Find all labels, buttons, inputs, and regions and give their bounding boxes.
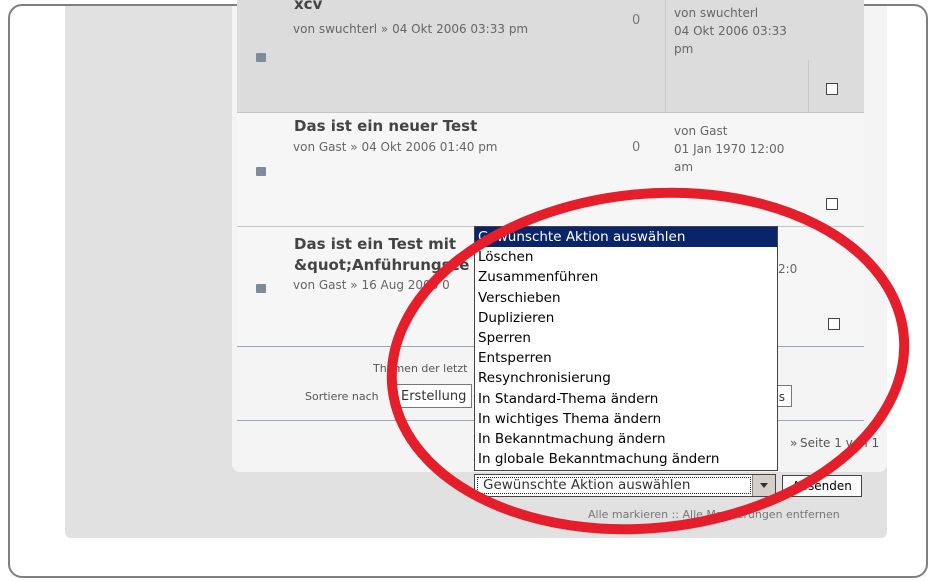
topic-select-checkbox[interactable] bbox=[826, 83, 838, 95]
action-select-value: Gewünschte Aktion auswählen bbox=[483, 477, 691, 493]
last-post-time: pm bbox=[674, 42, 694, 56]
last-post-author: von swuchterl bbox=[674, 6, 759, 20]
action-dropdown-list[interactable]: Gewünschte Aktion auswählen Löschen Zusa… bbox=[474, 226, 778, 471]
action-option[interactable]: In Standard-Thema ändern bbox=[475, 389, 777, 409]
topic-folder-icon bbox=[256, 167, 266, 176]
sort-label: Sortiere nach bbox=[305, 390, 379, 403]
last-post-time: am bbox=[674, 160, 694, 174]
action-option[interactable]: Sperren bbox=[475, 328, 777, 348]
column-divider bbox=[808, 60, 809, 112]
action-option[interactable]: Löschen bbox=[475, 247, 777, 267]
topic-author: von swuchterl » 04 Okt 2006 03:33 pm bbox=[293, 22, 529, 36]
pagination-arrow: » bbox=[790, 436, 798, 450]
action-option[interactable]: Duplizieren bbox=[475, 308, 777, 328]
action-option[interactable]: Resynchronisierung bbox=[475, 368, 777, 388]
action-option[interactable]: In wichtiges Thema ändern bbox=[475, 409, 777, 429]
themes-filter-label: Themen der letzt bbox=[373, 362, 468, 375]
topic-replies: 0 bbox=[632, 140, 641, 155]
topic-title[interactable]: Das ist ein neuer Test bbox=[294, 117, 477, 135]
topic-title-line[interactable]: Das ist ein Test mit bbox=[294, 235, 456, 253]
last-post-author: von Gast bbox=[674, 124, 728, 138]
last-post-time-partial: 2:0 bbox=[778, 262, 798, 276]
topic-select-checkbox[interactable] bbox=[826, 198, 838, 210]
action-select[interactable]: Gewünschte Aktion auswählen bbox=[474, 474, 776, 497]
topic-replies: 0 bbox=[632, 13, 641, 28]
column-divider bbox=[665, 0, 666, 112]
topic-folder-icon bbox=[256, 53, 266, 62]
sort-select[interactable]: Erstellung bbox=[396, 384, 472, 408]
topic-last-post: von swuchterl 04 Okt 2006 03:33 pm bbox=[674, 4, 787, 58]
topic-folder-icon bbox=[256, 284, 266, 293]
last-post-date: 01 Jan 1970 12:00 bbox=[674, 142, 785, 156]
action-option[interactable]: In globale Bekanntmachung ändern bbox=[475, 449, 777, 469]
topic-title[interactable]: xcv bbox=[294, 0, 322, 13]
dropdown-arrow-button[interactable] bbox=[752, 475, 775, 496]
submit-button[interactable]: Absenden bbox=[782, 475, 862, 497]
topic-author: von Gast » 04 Okt 2006 01:40 pm bbox=[293, 140, 498, 154]
topic-last-post: von Gast 01 Jan 1970 12:00 am bbox=[674, 122, 784, 176]
topic-title-line[interactable]: &quot;Anführungsze bbox=[294, 256, 469, 274]
topic-author: von Gast » 16 Aug 2006 0 bbox=[293, 278, 450, 292]
action-option[interactable]: Zusammenführen bbox=[475, 267, 777, 287]
action-option[interactable]: Gewünschte Aktion auswählen bbox=[475, 227, 777, 248]
action-option[interactable]: In Bekanntmachung ändern bbox=[475, 429, 777, 449]
pagination-info: Seite 1 von 1 bbox=[800, 436, 880, 450]
mark-all-links[interactable]: Alle markieren :: Alle Markierungen entf… bbox=[588, 508, 840, 521]
chevron-down-icon bbox=[760, 483, 768, 488]
action-option[interactable]: Entsperren bbox=[475, 348, 777, 368]
last-post-date: 04 Okt 2006 03:33 bbox=[674, 24, 787, 38]
topic-select-checkbox[interactable] bbox=[828, 318, 840, 330]
action-option[interactable]: Verschieben bbox=[475, 288, 777, 308]
